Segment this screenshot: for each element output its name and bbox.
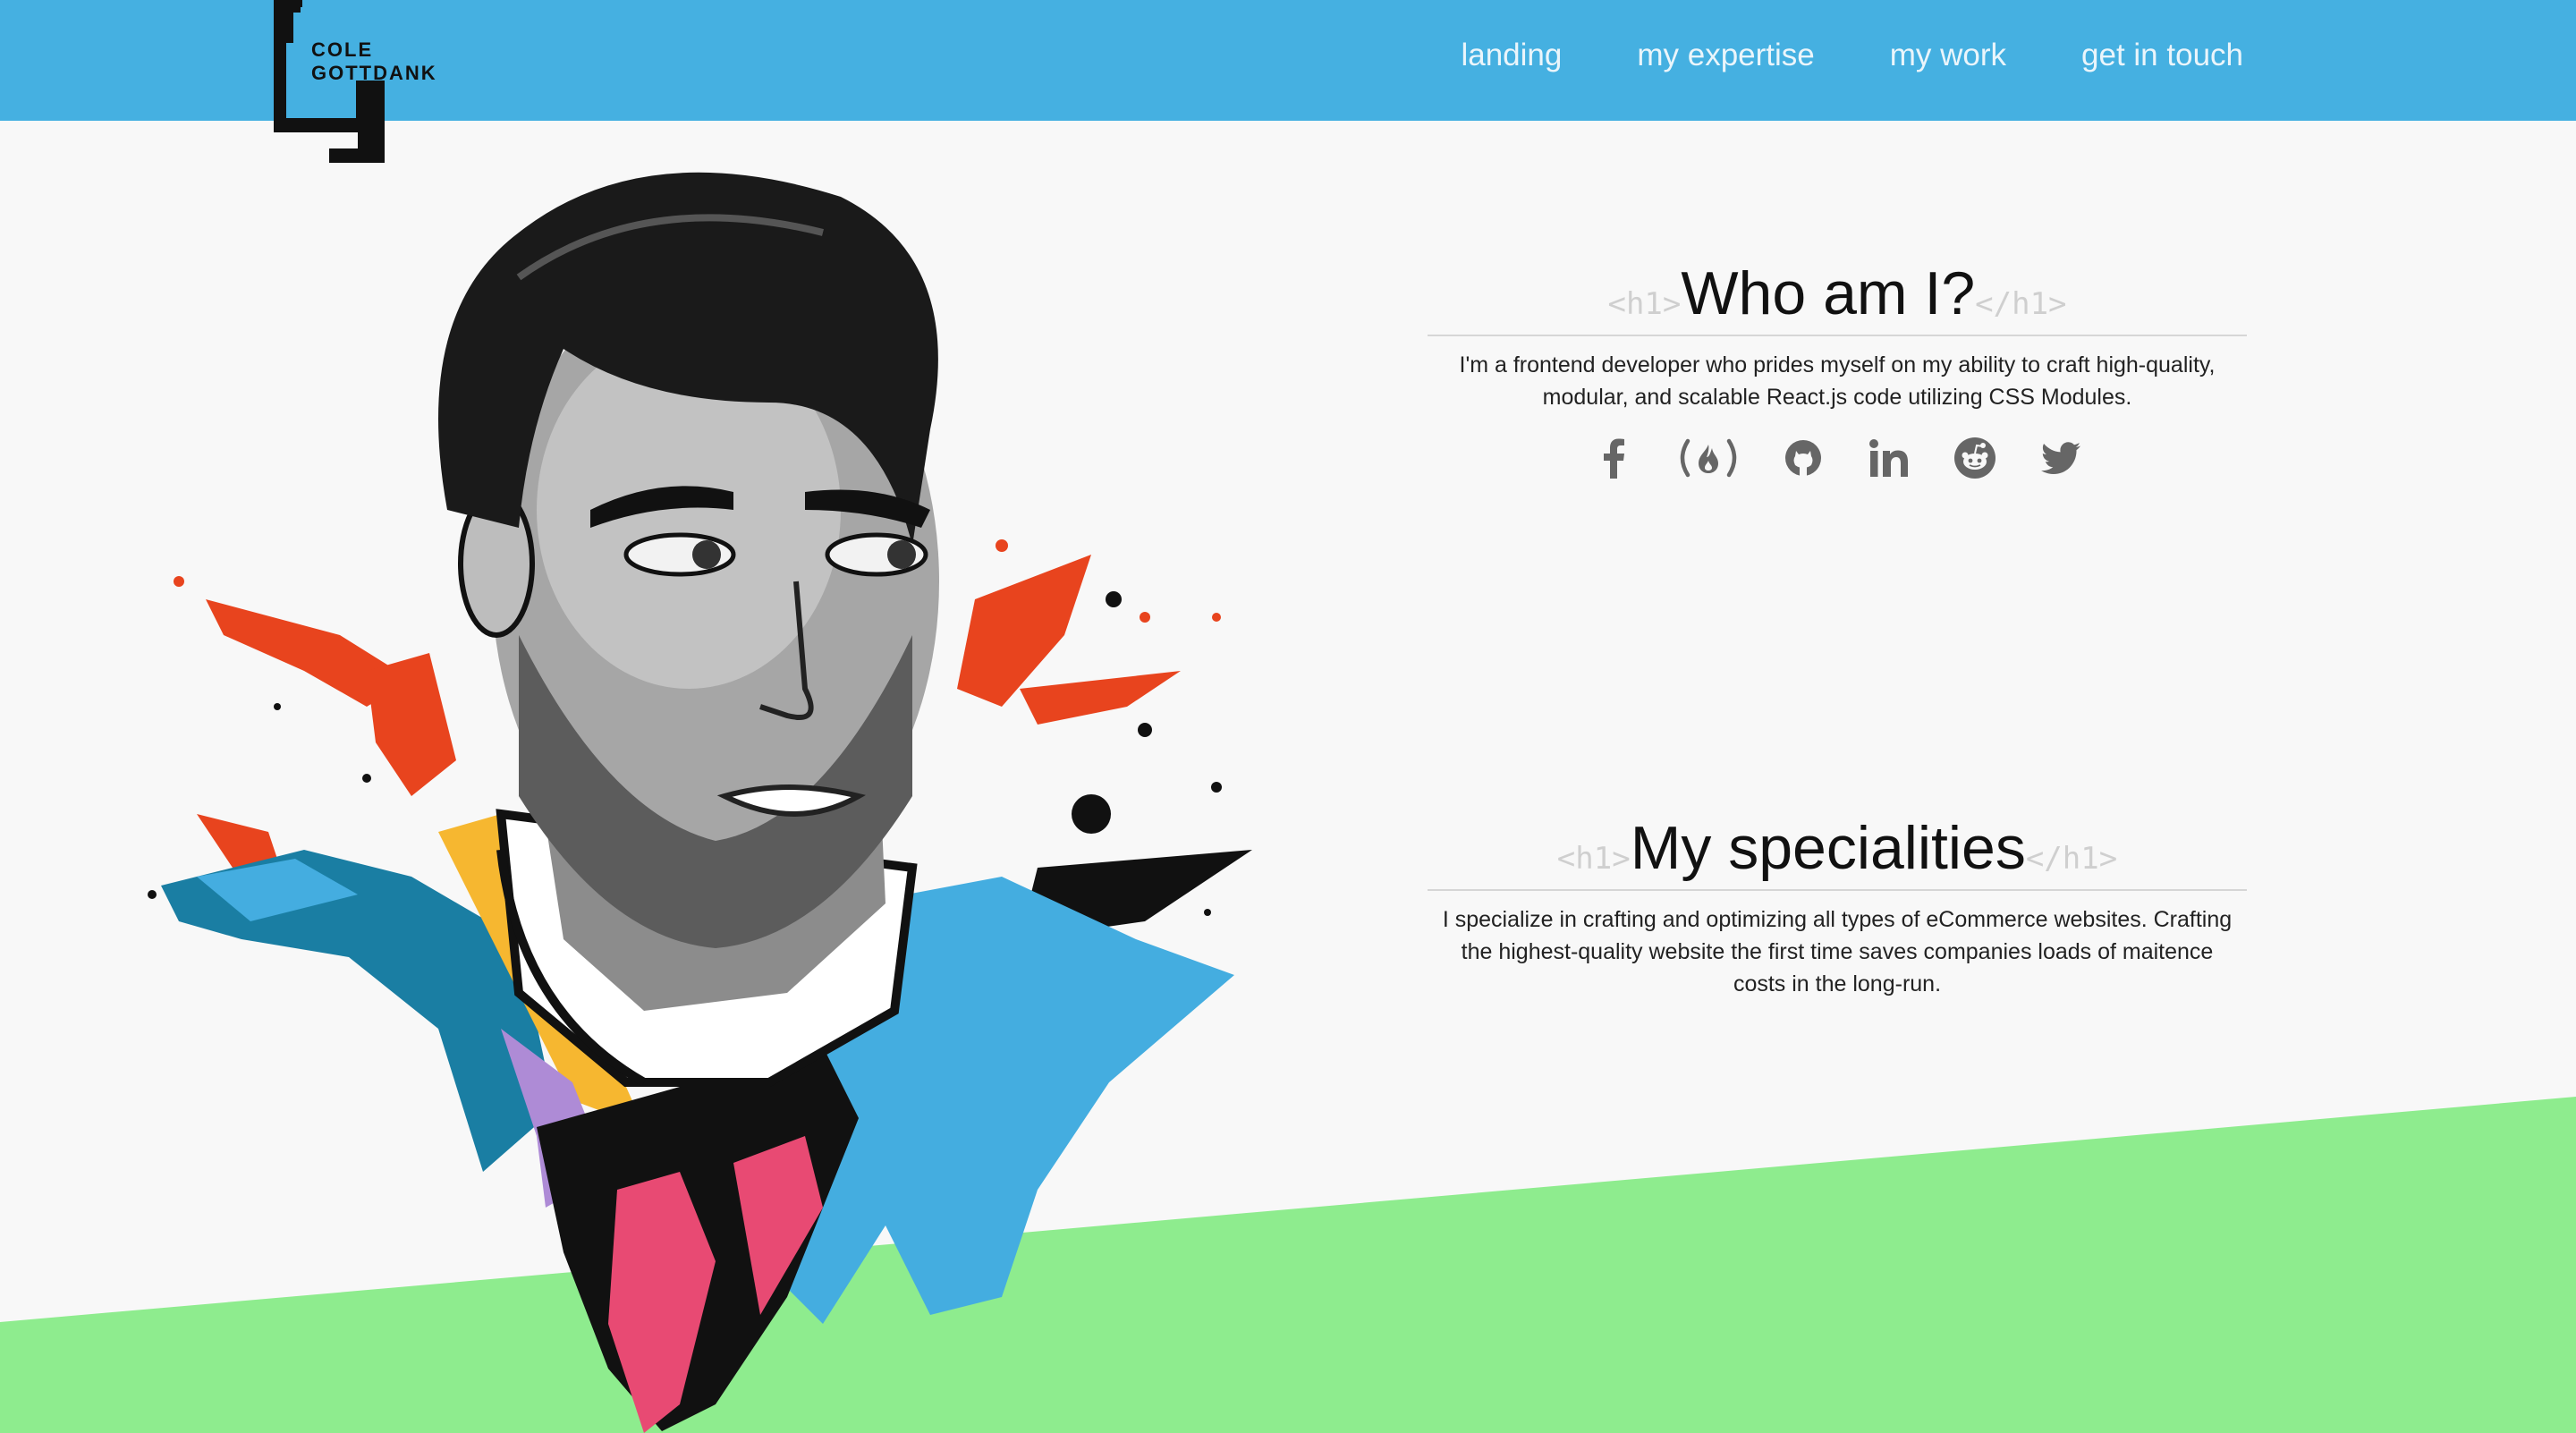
social-links [1428, 437, 2247, 479]
paint-splash-left [174, 576, 456, 886]
twitter-icon[interactable] [2039, 437, 2082, 479]
logo-text-first: COLE [311, 38, 374, 61]
h1-open-tag: <h1> [1607, 286, 1682, 322]
about-section: <h1> Who am I? </h1> I'm a frontend deve… [1428, 258, 2247, 479]
facebook-icon[interactable] [1592, 437, 1635, 479]
linkedin-icon[interactable] [1868, 437, 1911, 479]
h1-close-tag: </h1> [1975, 286, 2067, 322]
about-title: Who am I? [1681, 259, 1976, 327]
h1-open-tag: <h1> [1556, 841, 1631, 877]
divider [1428, 889, 2247, 891]
specialities-heading: <h1> My specialities </h1> [1428, 812, 2247, 889]
h1-close-tag: </h1> [2025, 841, 2118, 877]
nav-link-my-work[interactable]: my work [1890, 38, 2006, 73]
portrait-illustration [143, 134, 1288, 1433]
reddit-icon[interactable] [1953, 437, 1996, 479]
specialities-section: <h1> My specialities </h1> I specialize … [1428, 812, 2247, 1000]
nav-link-get-in-touch[interactable]: get in touch [2081, 38, 2243, 73]
about-text: I'm a frontend developer who prides myse… [1459, 352, 2216, 410]
nav-link-my-expertise[interactable]: my expertise [1637, 38, 1814, 73]
logo-mark-icon [274, 0, 385, 163]
github-icon[interactable] [1782, 437, 1825, 479]
main-nav: landing my expertise my work get in touc… [1461, 38, 2243, 73]
about-heading: <h1> Who am I? </h1> [1428, 258, 2247, 335]
nav-link-landing[interactable]: landing [1461, 38, 1562, 73]
specialities-text: I specialize in crafting and optimizing … [1442, 907, 2233, 996]
logo-text-last: GOTTDANK [311, 62, 437, 84]
freecodecamp-icon[interactable] [1678, 437, 1739, 479]
site-logo[interactable]: COLE GOTTDANK [274, 0, 453, 170]
specialities-title: My specialities [1630, 814, 2026, 882]
divider [1428, 335, 2247, 336]
paint-splash-right [957, 539, 1221, 725]
